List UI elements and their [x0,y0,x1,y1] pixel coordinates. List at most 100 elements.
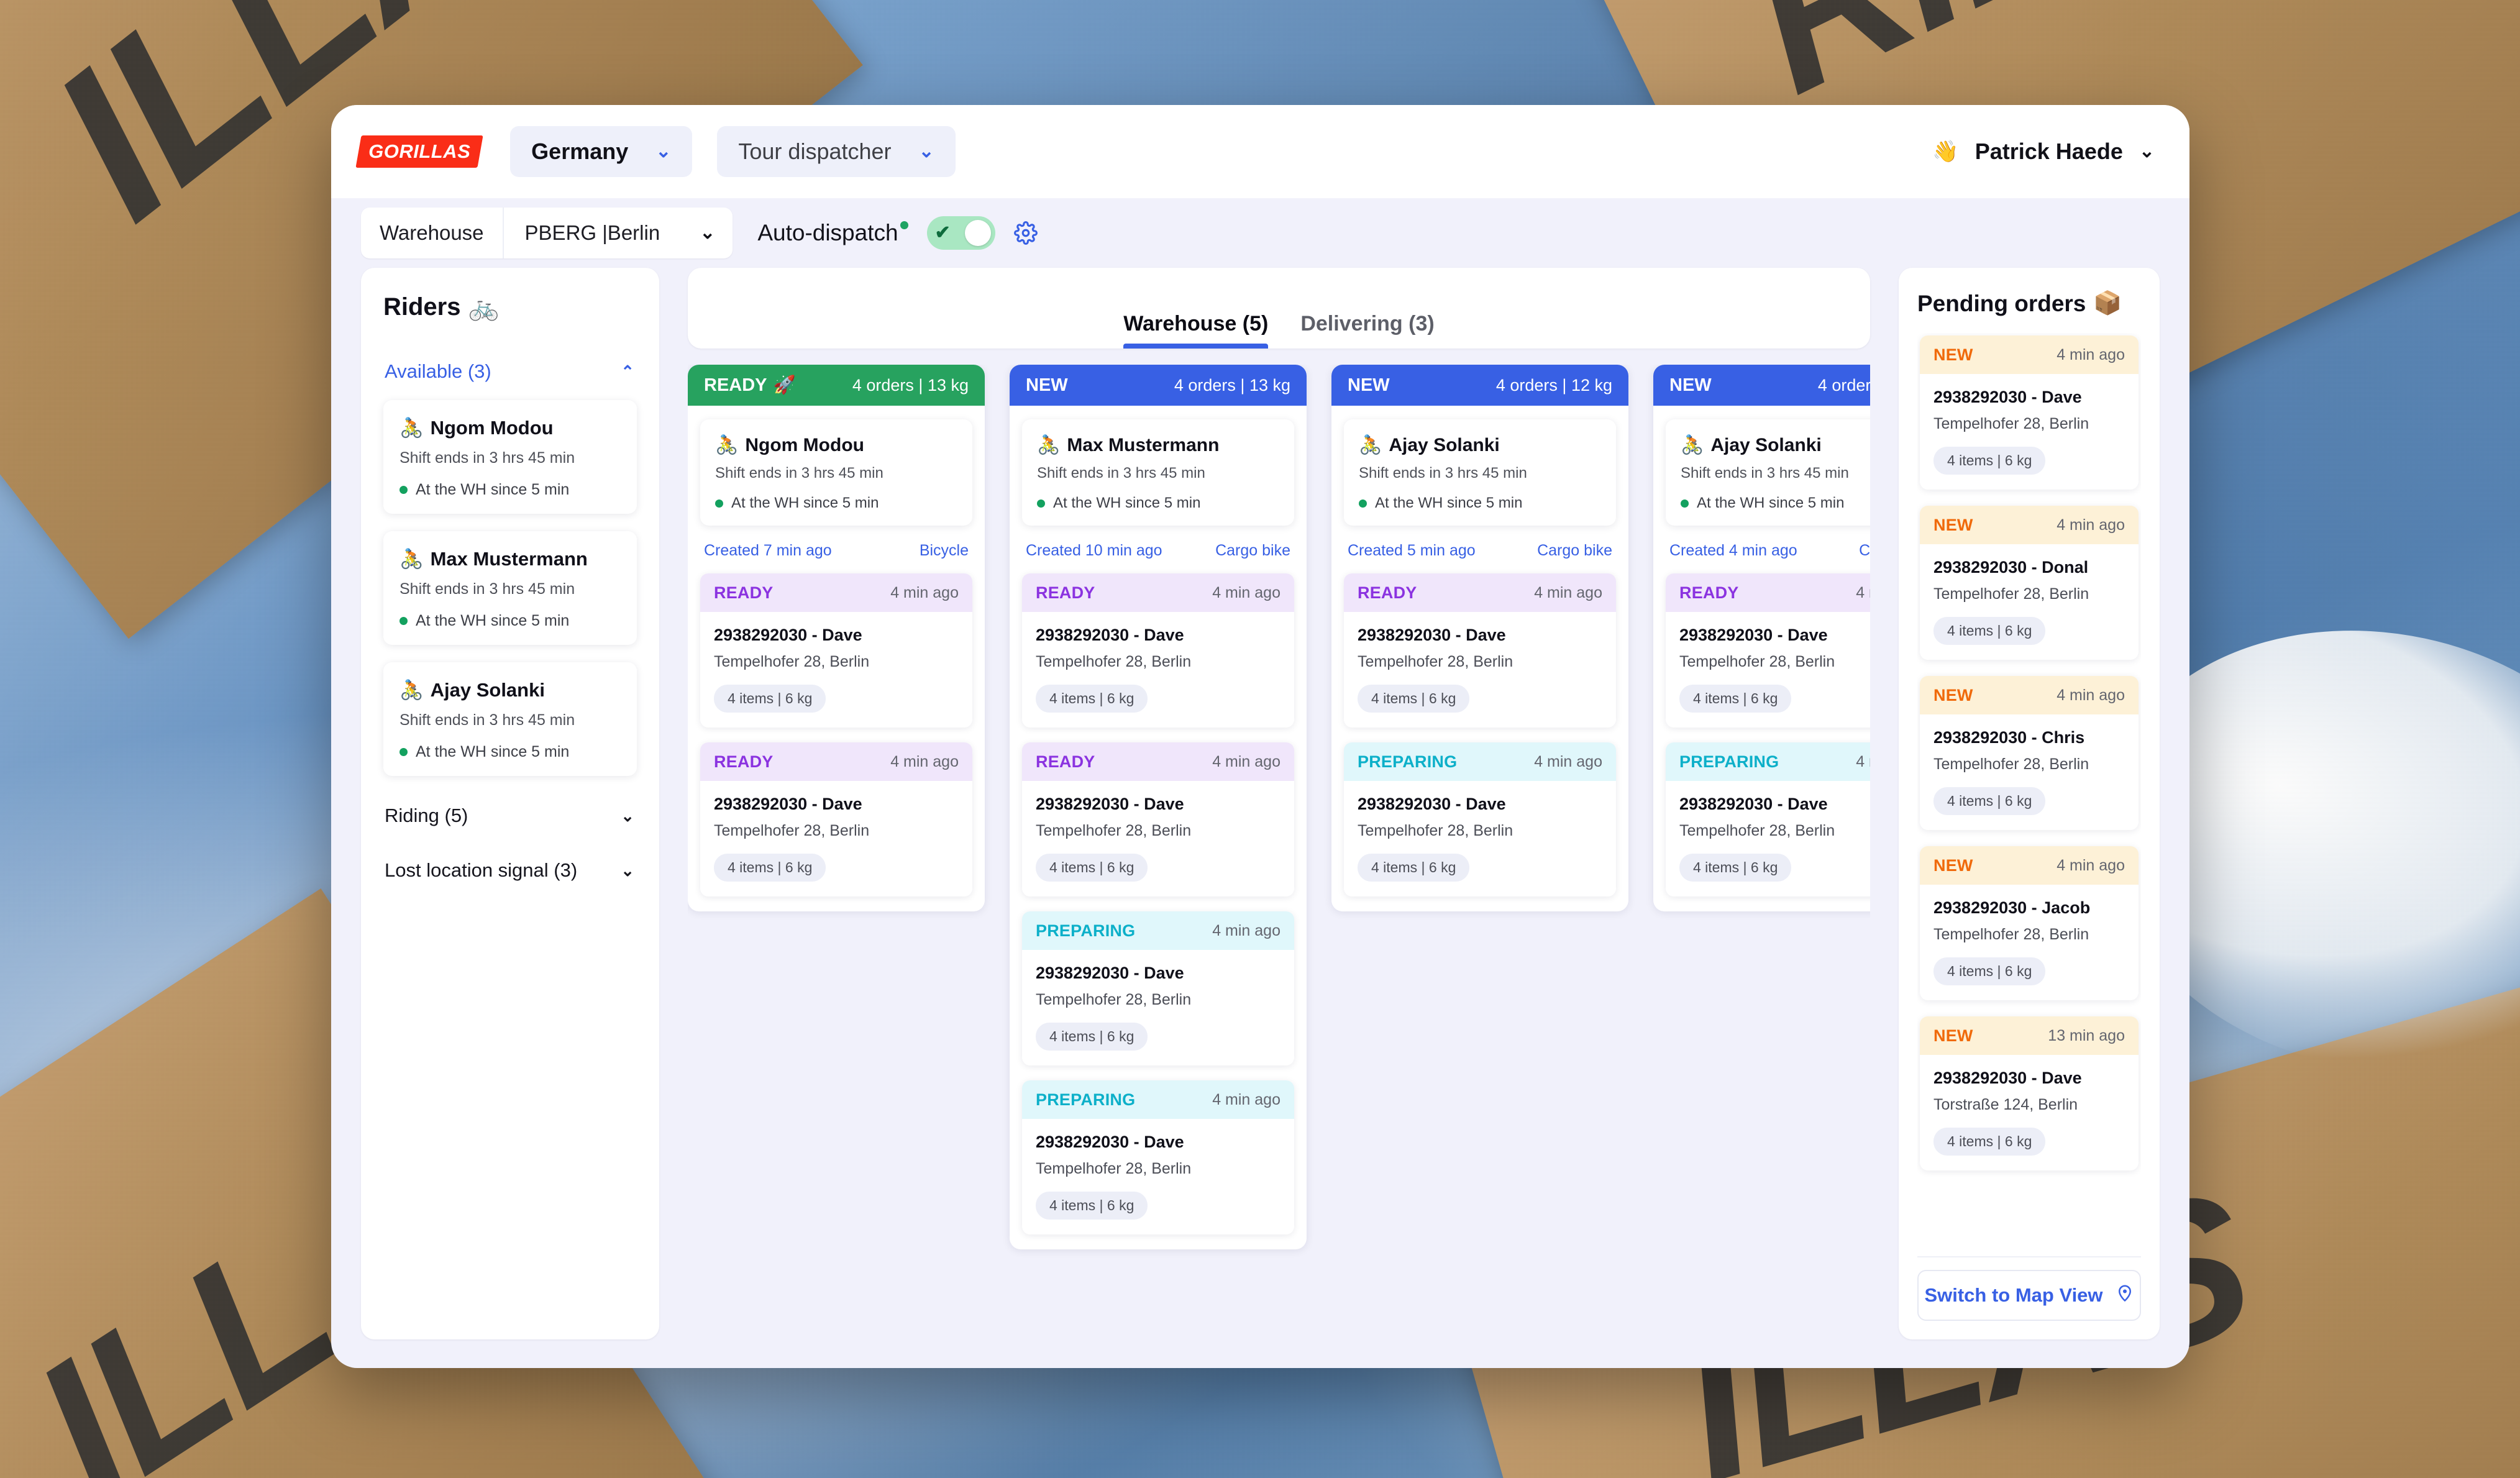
order-status: READY [1358,583,1417,602]
order-card[interactable]: PREPARING 4 min ago 2938292030 - Dave Te… [1344,742,1616,896]
tour-body: 🚴 Ajay Solanki Shift ends in 3 hrs 45 mi… [1331,406,1628,911]
order-card[interactable]: READY 4 min ago 2938292030 - Dave Tempel… [1344,573,1616,728]
order-body: 2938292030 - Jacob Tempelhofer 28, Berli… [1920,885,2139,1000]
order-id: 2938292030 - Dave [1679,626,1828,644]
tour-body: 🚴 Max Mustermann Shift ends in 3 hrs 45 … [1010,406,1307,1249]
order-chip: 4 items | 6 kg [1036,1192,1148,1220]
tour-status: NEW [1669,375,1712,395]
tour-card[interactable]: NEW 4 orders | 12 kg 🚴 Ajay Solanki Shif… [1653,365,1870,911]
riders-group-label: Available (3) [385,360,491,382]
tab-warehouse[interactable]: Warehouse (5) [1123,312,1269,349]
pending-order-card[interactable]: NEW 4 min ago 2938292030 - Jacob Tempelh… [1920,846,2139,1000]
order-id: 2938292030 - Dave [1358,626,1506,644]
order-status-header: PREPARING 4 min ago [1022,911,1294,950]
tour-card[interactable]: READY 🚀 4 orders | 13 kg 🚴 Ngom Modou Sh… [688,365,985,911]
tours-strip[interactable]: READY 🚀 4 orders | 13 kg 🚴 Ngom Modou Sh… [688,365,1870,1339]
check-icon: ✔ [934,222,951,243]
order-card[interactable]: PREPARING 4 min ago 2938292030 - Dave Te… [1022,911,1294,1065]
order-address: Tempelhofer 28, Berlin [1679,822,1835,839]
user-menu[interactable]: 👋 Patrick Haede ⌄ [1932,139,2155,165]
rider-shift: Shift ends in 3 hrs 45 min [399,711,575,729]
map-view-button-label: Switch to Map View [1924,1284,2103,1306]
riders-group-label: Lost location signal (3) [385,859,578,881]
order-time: 4 min ago [1856,584,1870,601]
order-card[interactable]: READY 4 min ago 2938292030 - Dave Tempel… [1022,573,1294,728]
pending-order-card[interactable]: NEW 4 min ago 2938292030 - Donal Tempelh… [1920,506,2139,660]
tour-created: Created 10 min ago [1026,542,1162,559]
map-pin-icon [2116,1284,2134,1307]
tour-rider-card[interactable]: 🚴 Ajay Solanki Shift ends in 3 hrs 45 mi… [1666,419,1870,526]
order-chip: 4 items | 6 kg [1358,854,1470,882]
tour-body: 🚴 Ajay Solanki Shift ends in 3 hrs 45 mi… [1653,406,1870,911]
order-time: 4 min ago [1212,1091,1281,1108]
riders-group-lost-signal[interactable]: Lost location signal (3) ⌄ [383,855,637,885]
riders-group-available[interactable]: Available (3) ⌃ [383,357,637,386]
chevron-down-icon: ⌄ [700,222,716,243]
rider-card[interactable]: 🚴 Ngom Modou Shift ends in 3 hrs 45 min … [383,400,637,514]
order-address: Tempelhofer 28, Berlin [1036,1160,1192,1177]
order-chip: 4 items | 6 kg [1933,957,2046,985]
pending-orders-list[interactable]: NEW 4 min ago 2938292030 - Dave Tempelho… [1917,333,2141,1251]
rider-name: Ngom Modou [430,416,554,439]
riders-panel-title: Riders 🚲 [383,293,500,321]
tour-rider-card[interactable]: 🚴 Max Mustermann Shift ends in 3 hrs 45 … [1022,419,1294,526]
order-id: 2938292030 - Dave [1358,795,1506,813]
pending-order-card[interactable]: NEW 4 min ago 2938292030 - Chris Tempelh… [1920,676,2139,830]
warehouse-select[interactable]: PBERG |Berlin ⌄ [504,208,733,258]
chevron-down-icon: ⌄ [918,141,934,162]
rider-card[interactable]: 🚴 Ajay Solanki Shift ends in 3 hrs 45 mi… [383,662,637,776]
order-status-header: READY 4 min ago [700,573,972,612]
order-status-header: NEW 4 min ago [1920,506,2139,544]
order-time: 4 min ago [1212,753,1281,770]
order-id: 2938292030 - Dave [1933,388,2082,406]
online-dot-icon [399,748,408,756]
switch-to-map-view-button[interactable]: Switch to Map View [1917,1270,2141,1321]
order-card[interactable]: READY 4 min ago 2938292030 - Dave Tempel… [1666,573,1870,728]
tour-meta: 4 orders | 12 kg [1495,375,1612,395]
tour-card[interactable]: NEW 4 orders | 12 kg 🚴 Ajay Solanki Shif… [1331,365,1628,911]
order-status: NEW [1933,686,1973,705]
rider-name-row: 🚴 Max Mustermann [399,547,621,570]
tour-vehicle: Cargo bike [1215,542,1290,559]
order-status-header: READY 4 min ago [1666,573,1870,612]
gear-icon[interactable] [1013,221,1038,245]
tour-meta-row: Created 4 min ago Cargo bike [1666,526,1870,573]
tour-rider-card[interactable]: 🚴 Ngom Modou Shift ends in 3 hrs 45 min … [700,419,972,526]
order-body: 2938292030 - Dave Tempelhofer 28, Berlin… [1022,612,1294,728]
tour-rider-card[interactable]: 🚴 Ajay Solanki Shift ends in 3 hrs 45 mi… [1344,419,1616,526]
cyclist-icon: 🚴 [715,435,739,455]
riders-group-riding[interactable]: Riding (5) ⌄ [383,801,637,831]
toggle-knob [964,220,991,246]
online-dot-icon [399,617,408,625]
pending-orders-panel: Pending orders 📦 NEW 4 min ago 293829203… [1899,268,2160,1339]
order-chip: 4 items | 6 kg [1933,617,2046,645]
tour-card[interactable]: NEW 4 orders | 13 kg 🚴 Max Mustermann Sh… [1010,365,1307,1249]
order-time: 4 min ago [890,584,959,601]
tour-column: READY 🚀 4 orders | 13 kg 🚴 Ngom Modou Sh… [688,365,985,1339]
order-address: Tempelhofer 28, Berlin [1036,991,1192,1008]
order-status-header: NEW 4 min ago [1920,676,2139,714]
tour-column: NEW 4 orders | 12 kg 🚴 Ajay Solanki Shif… [1653,365,1870,1339]
auto-dispatch-toggle[interactable]: ✔ [926,216,995,250]
order-card[interactable]: READY 4 min ago 2938292030 - Dave Tempel… [700,742,972,896]
pending-order-card[interactable]: NEW 4 min ago 2938292030 - Dave Tempelho… [1920,335,2139,490]
order-status-header: NEW 4 min ago [1920,335,2139,374]
rider-card[interactable]: 🚴 Max Mustermann Shift ends in 3 hrs 45 … [383,531,637,645]
rider-name: Ajay Solanki [1710,434,1822,455]
cyclist-icon: 🚴 [1359,435,1382,455]
order-card[interactable]: READY 4 min ago 2938292030 - Dave Tempel… [700,573,972,728]
rider-name-row: 🚴 Ngom Modou [399,416,621,439]
online-dot-icon [399,486,408,494]
online-dot-icon [715,499,723,508]
order-card[interactable]: PREPARING 4 min ago 2938292030 - Dave Te… [1022,1080,1294,1234]
order-card[interactable]: READY 4 min ago 2938292030 - Dave Tempel… [1022,742,1294,896]
country-selector[interactable]: Germany ⌄ [510,126,693,177]
order-status: PREPARING [1036,1090,1136,1109]
tab-delivering[interactable]: Delivering (3) [1300,312,1434,349]
order-card[interactable]: PREPARING 4 min ago 2938292030 - Dave Te… [1666,742,1870,896]
order-time: 4 min ago [2057,516,2125,534]
cyclist-icon: 🚴 [1037,435,1061,455]
pending-order-card[interactable]: NEW 13 min ago 2938292030 - Dave Torstra… [1920,1016,2139,1170]
tours-section: Warehouse (5) Delivering (3) READY 🚀 4 o… [688,268,1870,1339]
role-selector[interactable]: Tour dispatcher ⌄ [717,126,956,177]
